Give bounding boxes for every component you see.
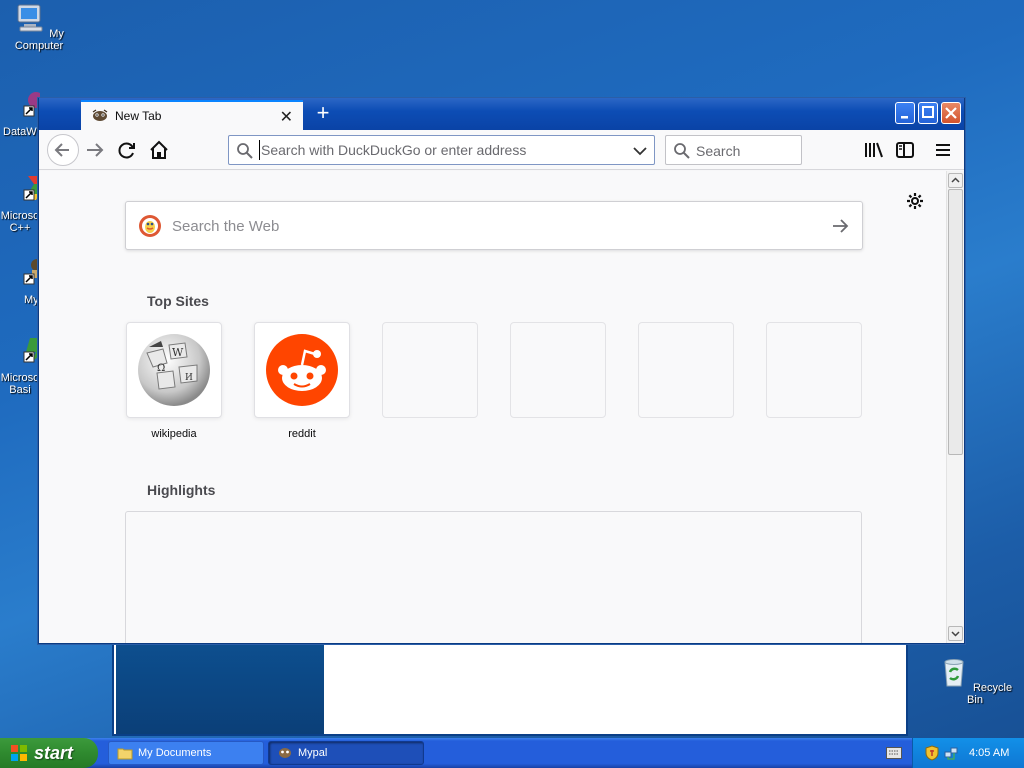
gear-icon[interactable] (905, 191, 925, 211)
menu-button[interactable] (931, 138, 955, 162)
search-icon (237, 143, 253, 159)
taskbar-item-mypal[interactable]: Mypal (268, 741, 424, 765)
visual-cpp-icon (23, 176, 40, 201)
background-explorer-window[interactable] (112, 640, 908, 736)
desktop-icon-label: Microso C++ (0, 210, 40, 234)
desktop-icon-my-computer[interactable]: My Computer (0, 2, 78, 52)
taskbar-item-my-documents[interactable]: My Documents (108, 741, 264, 765)
close-icon (945, 107, 957, 119)
mypal-icon (279, 748, 291, 758)
sidebar-toggle-button[interactable] (893, 138, 917, 162)
scroll-down-arrow-icon[interactable] (948, 626, 963, 641)
desktop-icon-label: DataW (3, 126, 37, 138)
home-button[interactable] (147, 138, 171, 162)
window-minimize-button[interactable] (895, 102, 915, 124)
desktop-icon-label: My (24, 294, 39, 306)
top-site-tile-wikipedia[interactable]: W Ω И (126, 322, 222, 418)
library-icon (865, 142, 883, 158)
explorer-task-pane (116, 642, 324, 734)
scroll-up-arrow-icon[interactable] (948, 173, 963, 188)
reload-button[interactable] (115, 138, 139, 162)
chevron-down-icon[interactable] (632, 143, 648, 159)
window-close-button[interactable] (941, 102, 961, 124)
top-sites-title: Top Sites (147, 293, 209, 309)
minimize-icon (901, 116, 908, 119)
taskbar-item-label: My Documents (138, 747, 212, 759)
reddit-icon (266, 334, 338, 406)
top-site-label: reddit (288, 428, 316, 440)
security-shield-icon[interactable] (925, 745, 939, 761)
forward-button[interactable] (83, 138, 107, 162)
shortcut-app-icon (23, 92, 40, 117)
computer-icon (17, 4, 43, 32)
top-site-tile-reddit[interactable] (254, 322, 350, 418)
search-icon (674, 143, 690, 159)
desktop-icon-ms-basic[interactable]: Microso Basi (0, 334, 40, 396)
wikipedia-globe-icon: W Ω И (138, 334, 210, 406)
visual-basic-icon (23, 338, 40, 363)
shortcut-app-icon (23, 259, 40, 285)
address-input[interactable] (259, 140, 619, 160)
tab-title: New Tab (115, 109, 162, 123)
start-label: start (34, 742, 74, 763)
svg-text:W: W (172, 346, 184, 359)
top-site-placeholder (766, 322, 862, 418)
back-arrow-icon (54, 143, 69, 157)
taskbar: start My Documents Mypal 4:05 AM (0, 738, 1024, 768)
system-tray: 4:05 AM (912, 738, 1024, 768)
search-bar[interactable] (665, 135, 802, 165)
sidebar-icon (896, 142, 914, 158)
keyboard-icon[interactable] (886, 747, 902, 759)
title-bar[interactable]: New Tab ✕ + (39, 98, 964, 130)
desktop-icon-dataw[interactable]: DataW (0, 88, 40, 138)
top-site-placeholder (510, 322, 606, 418)
browser-window: New Tab ✕ + Search with DuckDuckGo or en… (38, 98, 965, 644)
scrollbar-thumb[interactable] (948, 189, 963, 455)
nav-toolbar (39, 130, 964, 170)
svg-text:И: И (185, 373, 193, 383)
new-tab-plus-icon[interactable]: + (311, 102, 335, 126)
windows-logo-icon (11, 745, 27, 761)
top-site-placeholder (382, 322, 478, 418)
svg-text:Ω: Ω (157, 363, 165, 374)
maximize-icon (922, 106, 934, 118)
reload-icon (118, 142, 135, 159)
address-bar[interactable] (228, 135, 655, 165)
desktop-icon-label: Recycle Bin (967, 682, 1013, 706)
hamburger-menu-icon (936, 144, 950, 156)
library-button[interactable] (862, 138, 886, 162)
tab-close-icon[interactable]: ✕ (280, 107, 293, 127)
recycle-bin-icon (944, 659, 964, 687)
arrow-right-icon[interactable] (830, 216, 850, 236)
highlights-title: Highlights (147, 482, 216, 498)
search-input[interactable] (696, 141, 796, 161)
desktop-icon-ms-cpp[interactable]: Microso C++ (0, 172, 40, 234)
highlights-panel (125, 511, 862, 643)
web-search-input[interactable] (172, 216, 772, 236)
window-maximize-button[interactable] (918, 102, 938, 124)
top-site-placeholder (638, 322, 734, 418)
vertical-scrollbar[interactable] (946, 171, 964, 643)
top-site-label: wikipedia (151, 428, 197, 440)
start-button[interactable]: start (0, 738, 98, 768)
web-search-box[interactable] (125, 201, 863, 250)
desktop-icon-recycle-bin[interactable]: Recycle Bin (936, 656, 1014, 706)
desktop-icon-my[interactable]: My (0, 256, 40, 306)
back-button[interactable] (47, 134, 79, 166)
tab-new-tab[interactable]: New Tab ✕ (81, 100, 303, 130)
folder-icon (117, 748, 133, 760)
taskbar-item-label: Mypal (298, 747, 328, 759)
home-icon (150, 140, 168, 159)
forward-arrow-icon (87, 143, 104, 157)
network-icon[interactable] (943, 745, 959, 761)
new-tab-page: Top Sites W Ω И wikipedia (39, 171, 946, 643)
desktop-icon-label: Microso Basi (0, 372, 40, 396)
duckduckgo-icon (139, 215, 161, 237)
clock: 4:05 AM (969, 747, 1010, 759)
mypal-favicon-icon (92, 109, 108, 121)
